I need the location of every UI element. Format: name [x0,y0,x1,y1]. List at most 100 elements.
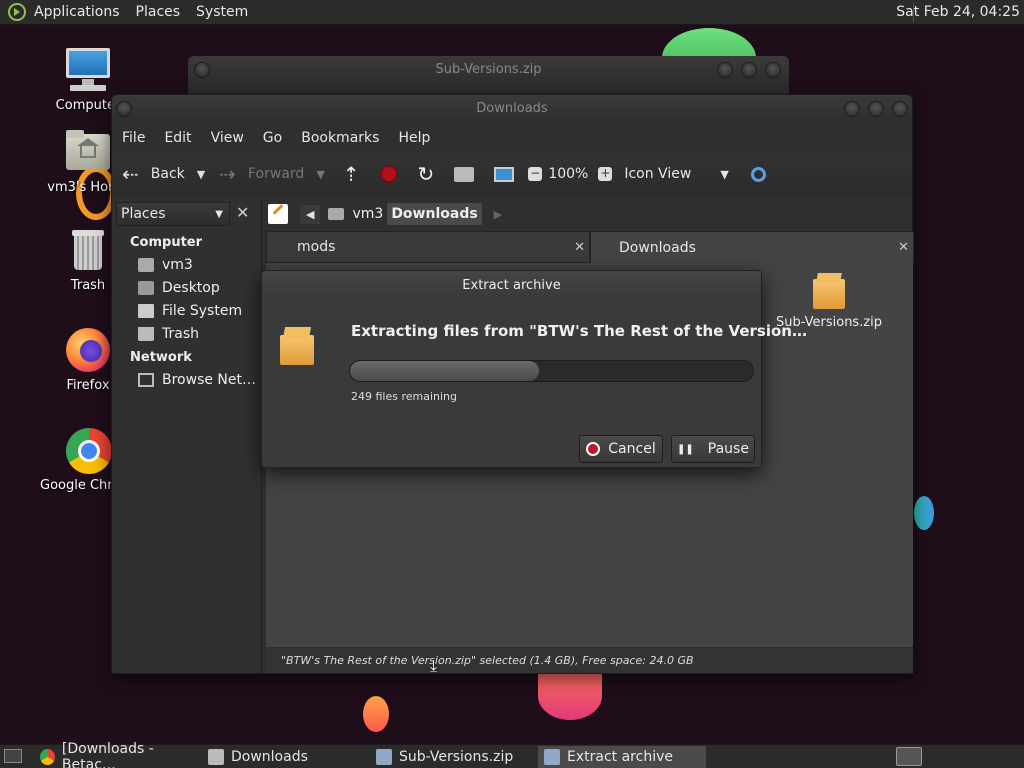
archive-manager-icon [544,749,560,765]
firefox-icon [64,326,112,374]
maximize-button[interactable] [741,62,757,78]
home-button[interactable] [454,166,475,182]
desktop-folder-icon [138,281,154,295]
taskbar-item-active[interactable]: Extract archive [538,746,706,768]
status-bar: "BTW's The Rest of the Version.zip" sele… [266,648,913,673]
sidebar-item-label: vm3 [162,257,193,273]
minimize-button[interactable] [717,62,733,78]
menu-file[interactable]: File [122,130,145,146]
breadcrumb-vm3[interactable]: vm3 [348,203,387,225]
zoom-level[interactable]: 100% [548,166,588,182]
chevron-down-icon: ▼ [196,167,206,181]
view-mode-select[interactable]: Icon View ▼ [624,166,728,182]
sidebar-item-browse-network[interactable]: Browse Net… [138,372,256,388]
window-menu-button[interactable] [116,101,132,117]
trash-icon [64,226,112,274]
menu-bookmarks[interactable]: Bookmarks [301,130,379,146]
home-folder-icon [138,258,154,272]
cancel-button[interactable]: Cancel [579,435,663,463]
forward-button[interactable]: ⇢ Forward [219,162,304,186]
zoom-in-button[interactable]: + [598,166,613,181]
files-remaining-text: 249 files remaining [351,390,458,403]
window-titlebar[interactable]: Downloads [112,95,912,123]
tab-bar: mods ✕ Downloads ✕ [266,231,914,263]
close-icon[interactable]: ✕ [898,240,909,255]
forward-label: Forward [248,166,305,182]
sidebar-item-label: File System [162,303,243,319]
zoom-out-icon: − [528,166,543,181]
places-menu[interactable]: Places [136,4,181,20]
wallpaper-pink-blob [538,672,602,720]
applications-menu[interactable]: Applications [34,4,120,20]
archive-manager-window[interactable]: Sub-Versions.zip [188,56,789,96]
chevron-down-icon: ▼ [215,208,223,220]
sidebar-section-network: Network [130,350,192,365]
close-icon[interactable]: ✕ [574,240,585,255]
pause-icon: ❚❚ [677,443,694,455]
clock[interactable]: Sat Feb 24, 04:25 [896,4,1020,20]
up-button[interactable]: ⇡ [343,162,360,186]
sidebar-close-icon[interactable]: ✕ [236,203,249,222]
close-button[interactable] [892,101,908,117]
window-menu-button[interactable] [194,62,210,78]
menu-view[interactable]: View [211,130,244,146]
tab-label: mods [297,239,336,255]
menu-go[interactable]: Go [263,130,282,146]
forward-history-dropdown[interactable]: ▼ [316,168,324,181]
search-button[interactable] [750,166,766,182]
reload-button[interactable]: ↻ [418,162,435,186]
home-folder-icon [454,166,475,182]
archive-manager-icon [376,749,392,765]
back-history-dropdown[interactable]: ▼ [197,168,205,181]
tab-downloads[interactable]: Downloads ✕ [590,231,914,263]
taskbar-item[interactable]: [Downloads - Betac… [34,741,202,768]
taskbar-item[interactable]: Sub-Versions.zip [370,746,538,768]
system-menu[interactable]: System [196,4,248,20]
minimize-button[interactable] [844,101,860,117]
pause-button[interactable]: ❚❚ Pause [671,435,755,463]
archive-icon [813,273,845,309]
window-titlebar[interactable]: Sub-Versions.zip [188,56,789,84]
cancel-label: Cancel [608,441,656,457]
extract-archive-dialog[interactable]: Extract archive Extracting files from "B… [261,270,807,468]
back-arrow-icon: ⇠ [122,162,139,186]
mouse-cursor-icon: ⤓ [430,656,438,675]
workspace-switcher-icon[interactable] [896,747,922,766]
window-title: Sub-Versions.zip [435,62,542,77]
dialog-title[interactable]: Extract archive [262,271,761,301]
path-forward-arrow-icon[interactable]: ▶ [494,208,502,221]
window-title: Downloads [476,101,548,116]
close-button[interactable] [765,62,781,78]
computer-button[interactable] [494,166,515,182]
view-mode-label: Icon View [624,166,692,182]
zoom-in-icon: + [598,166,613,181]
sidebar-mode-select[interactable]: Places ▼ [116,202,230,226]
sidebar-item-filesystem[interactable]: File System [138,303,242,319]
sidebar-section-computer: Computer [130,235,203,250]
path-crumb-home-icon [328,208,345,220]
sidebar-item-label: Trash [162,326,199,342]
menu-help[interactable]: Help [398,130,430,146]
sidebar-item-trash[interactable]: Trash [138,326,199,342]
sidebar-item-vm3[interactable]: vm3 [138,257,193,273]
taskbar-item[interactable]: Downloads [202,746,370,768]
back-button[interactable]: ⇠ Back [122,162,185,186]
trash-icon [138,327,154,341]
stop-icon [379,165,398,183]
stop-button[interactable] [379,165,398,183]
zoom-out-button[interactable]: − [528,166,543,181]
distro-logo-icon[interactable] [8,3,26,21]
top-panel: Applications Places System Sat Feb 24, 0… [0,0,1024,25]
edit-location-icon[interactable] [268,204,288,224]
menu-edit[interactable]: Edit [164,130,191,146]
reload-icon: ↻ [417,162,435,186]
tab-mods[interactable]: mods ✕ [266,231,590,263]
dialog-heading: Extracting files from "BTW's The Rest of… [351,322,807,340]
chevron-down-icon: ▼ [720,167,729,181]
maximize-button[interactable] [868,101,884,117]
toolbar: ⇠ Back ▼ ⇢ Forward ▼ ⇡ ↻ − 100% + Icon V… [112,153,912,195]
show-desktop-icon[interactable] [4,749,22,763]
path-back-arrow-icon[interactable]: ◀ [300,204,321,224]
breadcrumb-downloads[interactable]: Downloads [387,203,482,225]
sidebar-item-desktop[interactable]: Desktop [138,280,220,296]
